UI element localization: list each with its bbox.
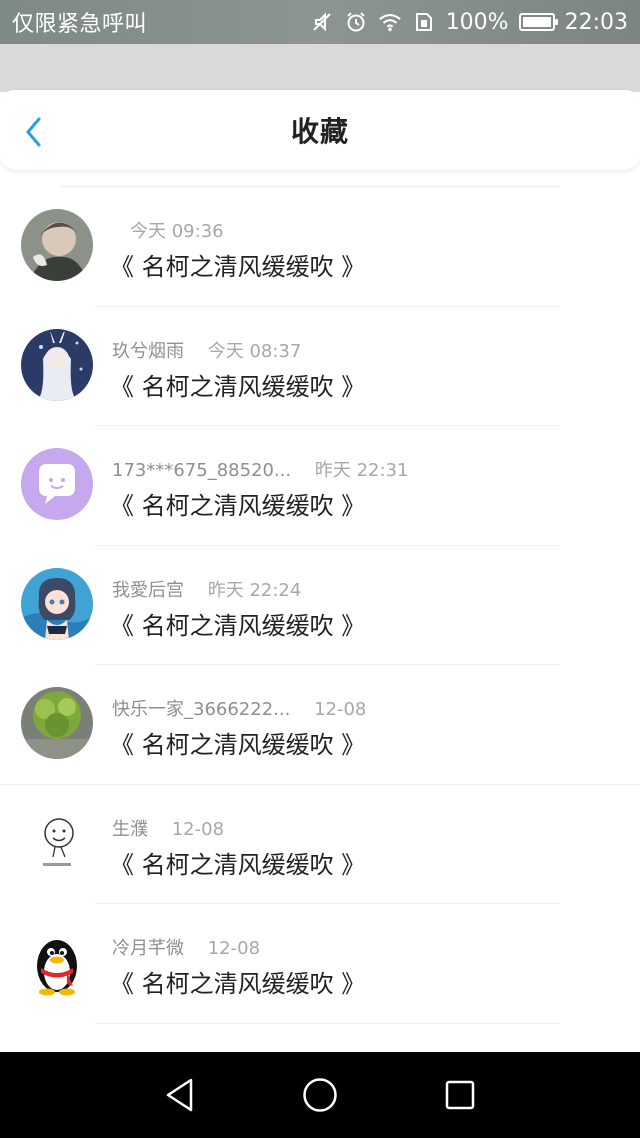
- nav-recents-button[interactable]: [438, 1073, 482, 1117]
- overlay-strip: [0, 44, 640, 92]
- timestamp: 昨天 22:31: [314, 460, 409, 481]
- book-title[interactable]: 《 名柯之清风缓缓吹 》: [110, 367, 365, 402]
- username: 173***675_88520...: [112, 460, 292, 481]
- item-meta: 我愛后宫 昨天 22:24: [112, 576, 301, 602]
- battery-level-fill: [522, 17, 551, 27]
- status-icons: 100% 22:03: [310, 10, 628, 35]
- home-circle-icon: [303, 1078, 337, 1112]
- timestamp: 今天 08:37: [207, 340, 302, 362]
- chevron-left-icon: [26, 117, 41, 147]
- mute-icon: [310, 10, 334, 34]
- item-meta: 冷月芊微 12-08: [112, 934, 260, 960]
- sim-icon: [412, 10, 436, 34]
- avatar[interactable]: [21, 328, 93, 401]
- favorite-item-partial[interactable]: [0, 1024, 640, 1052]
- alarm-icon: [344, 10, 368, 34]
- item-meta: 玖兮烟雨 今天 08:37: [112, 337, 301, 363]
- book-title[interactable]: 《 名柯之清风缓缓吹 》: [110, 486, 365, 521]
- favorite-item[interactable]: 今天 09:36 《 名柯之清风缓缓吹 》: [0, 187, 640, 307]
- clock-text: 22:03: [564, 9, 628, 35]
- favorite-item[interactable]: 173***675_88520... 昨天 22:31 《 名柯之清风缓缓吹 》: [0, 426, 640, 546]
- avatar[interactable]: [21, 806, 93, 879]
- book-title[interactable]: 《 名柯之清风缓缓吹 》: [110, 725, 365, 760]
- nav-back-button[interactable]: [158, 1073, 202, 1117]
- avatar[interactable]: [21, 209, 93, 281]
- back-button[interactable]: [18, 116, 50, 148]
- username: 冷月芊微: [112, 938, 184, 959]
- avatar[interactable]: [21, 448, 93, 520]
- favorites-list: 今天 09:36 《 名柯之清风缓缓吹 》 玖兮烟雨 今天 08:37 《 名柯…: [0, 186, 640, 1052]
- username: 快乐一家_3666222...: [112, 699, 291, 720]
- carrier-status-text: 仅限紧急呼叫: [12, 12, 148, 37]
- page-header: 收藏: [0, 90, 640, 170]
- avatar[interactable]: [21, 687, 93, 759]
- battery-percent-text: 100%: [445, 9, 509, 35]
- timestamp: 今天 09:36: [130, 221, 224, 242]
- item-meta: 生濮 12-08: [112, 815, 224, 841]
- username: 生濮: [112, 818, 148, 840]
- book-title[interactable]: 《 名柯之清风缓缓吹 》: [110, 247, 365, 282]
- battery-icon: [518, 13, 558, 31]
- favorite-item[interactable]: 玖兮烟雨 今天 08:37 《 名柯之清风缓缓吹 》: [0, 307, 640, 426]
- favorite-item[interactable]: 生濮 12-08 《 名柯之清风缓缓吹 》: [0, 785, 640, 904]
- item-meta: 173***675_88520... 昨天 22:31: [112, 456, 408, 482]
- wifi-icon: [378, 10, 402, 34]
- avatar[interactable]: [21, 926, 93, 998]
- nav-home-button[interactable]: [298, 1073, 342, 1117]
- back-triangle-icon: [166, 1078, 193, 1112]
- system-nav-bar: [0, 1052, 640, 1138]
- item-meta: 今天 09:36: [112, 217, 224, 243]
- status-bar: 仅限紧急呼叫 100% 22:03: [0, 0, 640, 44]
- book-title[interactable]: 《 名柯之清风缓缓吹 》: [110, 964, 365, 999]
- favorite-item[interactable]: 我愛后宫 昨天 22:24 《 名柯之清风缓缓吹 》: [0, 546, 640, 665]
- favorite-item[interactable]: 快乐一家_3666222... 12-08 《 名柯之清风缓缓吹 》: [0, 665, 640, 785]
- username: 我愛后宫: [112, 579, 184, 601]
- page-title: 收藏: [290, 115, 349, 148]
- recents-square-icon: [445, 1080, 475, 1110]
- book-title[interactable]: 《 名柯之清风缓缓吹 》: [110, 845, 365, 880]
- timestamp: 昨天 22:24: [207, 579, 302, 601]
- timestamp: 12-08: [171, 818, 225, 840]
- timestamp: 12-08: [314, 699, 367, 720]
- book-title[interactable]: 《 名柯之清风缓缓吹 》: [110, 606, 365, 641]
- username: 玖兮烟雨: [112, 340, 184, 362]
- favorite-item[interactable]: 冷月芊微 12-08 《 名柯之清风缓缓吹 》: [0, 904, 640, 1024]
- item-meta: 快乐一家_3666222... 12-08: [112, 695, 366, 721]
- timestamp: 12-08: [207, 938, 261, 959]
- avatar[interactable]: [21, 567, 93, 640]
